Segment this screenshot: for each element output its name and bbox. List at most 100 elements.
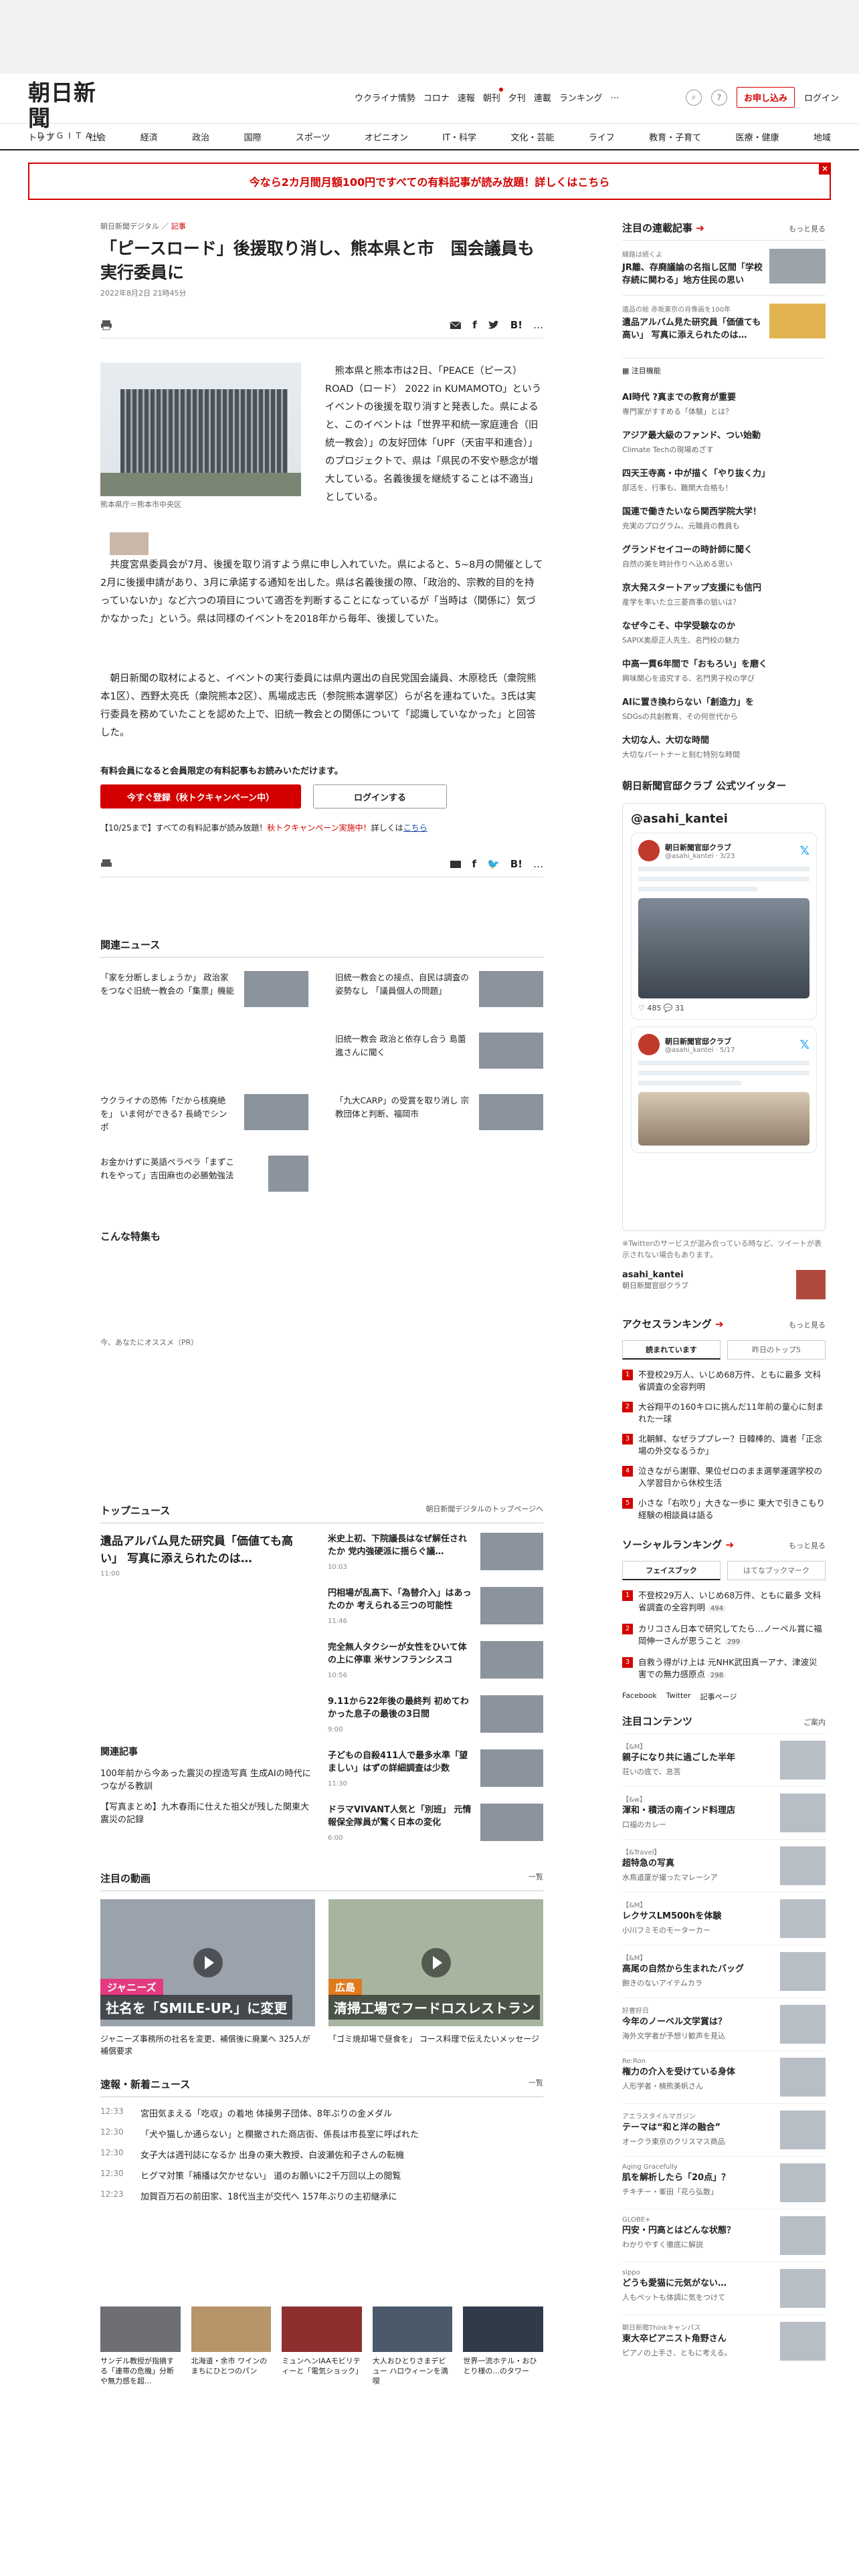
feature-item[interactable]: AIに置き換わらない「創造力」を SDGsの共創教育、その何世代から	[622, 690, 826, 728]
promo-tile[interactable]: ミュンヘンIAAモビリティーと「電気ショック」	[282, 2306, 363, 2386]
nav-more[interactable]: …	[610, 91, 619, 104]
ranking-item[interactable]: 1 不登校29万人、いじめ68万件、ともに最多 文科省調査の全容判明	[622, 1365, 826, 1397]
social-item[interactable]: 1 不登校29万人、いじめ68万件、ともに最多 文科省調査の全容判明 494	[622, 1586, 826, 1619]
campaign-link[interactable]: こちら	[403, 823, 427, 833]
article-page-link[interactable]: 記事ページ	[700, 1691, 737, 1702]
attention-item[interactable]: 【&Travel】 超特急の写真 水鳥道厦が撮ったマレーシア	[622, 1839, 826, 1892]
breaking-item[interactable]: 12:23 加賀百万石の前田家、18代当主が交代へ 157年ぶりの主初継承に	[100, 2185, 543, 2206]
feature-item[interactable]: AI時代 ?真までの教育が重要 専門家がすすめる「体験」とは？	[622, 385, 826, 423]
tab-facebook[interactable]: フェイスブック	[622, 1561, 721, 1580]
attention-item[interactable]: 【&w】 渾和・積活の南インド料理店 口福のカレー	[622, 1786, 826, 1839]
breaking-item[interactable]: 12:30 女子大は週刊誌になるか 出身の東大教授、白波瀬佐和子さんの転機	[100, 2144, 543, 2165]
gnav-health[interactable]: 医療・健康	[735, 130, 779, 143]
nav-ranking[interactable]: ランキング	[559, 91, 603, 104]
attention-item[interactable]: GLOBE+ 円安・円高とはどんな状態？ わかりやすく徹底に解説	[622, 2209, 826, 2262]
register-button[interactable]: 今すぐ登録（秋トクキャンペーン中）	[100, 784, 301, 809]
mail-icon[interactable]	[450, 320, 462, 330]
social-item[interactable]: 2 カリコさん日本で研究してたら…ノーベル賞に福岡伸一さんが思うこと 299	[622, 1619, 826, 1652]
social-item[interactable]: 3 自救う得がけ上は 元NHK武田真一アナ、津波災害での無力感原点 298	[622, 1652, 826, 1686]
top-news-item[interactable]: 9.11から22年後の最終判 初めてわかった息子の最後の3日間 9:00	[328, 1695, 543, 1736]
print-icon[interactable]	[100, 320, 112, 330]
twitter-icon[interactable]: 🐦	[487, 858, 500, 870]
hatena-icon[interactable]: B!	[510, 858, 522, 870]
breaking-item[interactable]: 12:33 宮田気まえる「吃収」の着地 体操男子団体、8年ぶりの金メダル	[100, 2103, 543, 2123]
campaign-banner[interactable]: 今なら2カ月間月額100円ですべての有料記事が読み放題！詳しくはこちら ×	[28, 163, 831, 200]
gnav-economy[interactable]: 経済	[140, 130, 158, 143]
related-item[interactable]: 旧統一教会 政治と依存し合う 島薗進さんに聞く	[335, 1025, 543, 1086]
gnav-politics[interactable]: 政治	[192, 130, 209, 143]
related-item[interactable]: 旧統一教会との接点、自民は調査の姿勢なし 「議員個人の問題」	[335, 963, 543, 1025]
attention-item[interactable]: 【&M】 高尾の自然から生まれたバッグ 飽きのないアイテムカラ	[622, 1945, 826, 1998]
top-news-item[interactable]: 子どもの自殺411人で最多水準「望ましい」はずの詳細調査は少数 11:30	[328, 1749, 543, 1790]
feature-item[interactable]: 四天王寺高・中が描く「やり抜く力」 部活を、行事も、難関大合格も！	[622, 461, 826, 500]
login-button[interactable]: ログインする	[313, 784, 447, 809]
attention-item[interactable]: Re:Ron 権力の介入を受けている身体 人形学者・楠熊美帆さん	[622, 2050, 826, 2103]
attention-item[interactable]: アエラスタイルマガジン テーマは“和と洋の融合” オークラ東京のクリスマス商品	[622, 2103, 826, 2156]
facebook-link[interactable]: Facebook	[622, 1691, 657, 1702]
gnav-it-science[interactable]: IT・科学	[442, 130, 476, 143]
related-item[interactable]: 「家を分断しましょうか」 政治家をつなぐ旧統一教会の「集票」機能	[100, 963, 308, 1025]
feature-item[interactable]: なぜ今こそ、中学受験なのか SAPIX奥原正人先生、名門校の魅力	[622, 614, 826, 652]
more-icon[interactable]: …	[533, 858, 543, 870]
tweet-image[interactable]	[638, 1092, 809, 1146]
top-news-item[interactable]: 完全無人タクシーが女性をひいて体の上に停車 米サンフランシスコ 10:56	[328, 1641, 543, 1682]
mail-icon[interactable]	[450, 859, 462, 869]
social-more-link[interactable]: もっと見る	[789, 1540, 826, 1551]
attention-item[interactable]: 【&M】 親子になり共に過ごした半年 荘いの底で、息苦	[622, 1733, 826, 1786]
feature-item[interactable]: 国連で働きたいなら関西学院大学！ 充実のプログラム、元職員の教員も	[622, 500, 826, 538]
related-item[interactable]: 「九大CARP」の受賞を取り消し 宗教団体と判断、福岡市	[335, 1086, 543, 1148]
top-news-item[interactable]: 米史上初、下院議長はなぜ解任されたか 党内強硬派に揺らぐ議… 10:03	[328, 1533, 543, 1574]
related-item[interactable]: ウクライナの恐怖「だから核廃絶を」 いま何ができる? 長崎でシンポ	[100, 1086, 308, 1148]
print-icon[interactable]	[100, 859, 112, 869]
account-card[interactable]: asahi_kantei 朝日新聞官邸クラブ	[622, 1270, 826, 1299]
ranking-item[interactable]: 5 小さな「右吹り」大きな一歩に 東大で引きこもり経験の相談員は語る	[622, 1493, 826, 1525]
tweet[interactable]: 朝日新聞官邸クラブ @asahi_kantei · 5/17 𝕏	[631, 1027, 817, 1153]
feature-item[interactable]: 中高一貫6年間で「おもろい」を磨く 興味関心を追究する、名門男子校の学び	[622, 652, 826, 690]
top-news-item[interactable]: 円相場が乱高下、「為替介入」はあったのか 考えられる三つの可能性 11:46	[328, 1587, 543, 1628]
attention-item[interactable]: Aging Gracefully 肌を解析したら「20点」？ チキチー・峯田「花ら弘…	[622, 2156, 826, 2209]
hatena-icon[interactable]: B!	[510, 319, 522, 331]
more-icon[interactable]: …	[533, 319, 543, 331]
related-item[interactable]: お金かけずに英語ペラペラ「まずこれをやって」吉田麻也の必勝勉強法	[100, 1148, 308, 1209]
search-icon[interactable]: ⌕	[685, 89, 702, 106]
tweet[interactable]: 朝日新聞官邸クラブ @asahi_kantei · 3/23 𝕏 ♡ 485 💬 3…	[631, 833, 817, 1020]
play-icon[interactable]	[193, 1948, 223, 1977]
related-thumbnail[interactable]	[110, 532, 149, 555]
video-card[interactable]: 広島 清掃工場でフードロスレストラン 「ゴミ焼却場で昼食を」 コース料理で伝えたい…	[328, 1899, 543, 2057]
videos-more-link[interactable]: 一覧	[529, 1871, 543, 1885]
article-photo[interactable]: 熊本県庁＝熊本市中央区	[100, 362, 301, 555]
nav-morning[interactable]: 朝刊	[483, 88, 503, 104]
nav-evening[interactable]: 夕刊	[508, 91, 526, 104]
ranking-more-link[interactable]: もっと見る	[789, 1319, 826, 1330]
breaking-item[interactable]: 12:30 ヒグマ対策「補播は欠かせない」 道のお願いに2千万回以上の閲覧	[100, 2165, 543, 2185]
related-article[interactable]: 【写真まとめ】九木春雨に仕えた祖父が残した関東大震災の記録	[100, 1796, 314, 1829]
ranking-item[interactable]: 3 北朝鮮、なぜラププレー？日韓棒的、識者「正念場の外交なるうか」	[622, 1429, 826, 1461]
gnav-international[interactable]: 国際	[244, 130, 261, 143]
gnav-opinion[interactable]: オピニオン	[365, 130, 408, 143]
feature-item[interactable]: 大切な人、大切な時間 大切なパートナーと刻む特別な時間	[622, 728, 826, 766]
gnav-culture[interactable]: 文化・芸能	[510, 130, 554, 143]
gnav-education[interactable]: 教育・子育て	[649, 130, 701, 143]
help-icon[interactable]: ?	[710, 89, 727, 106]
attention-item[interactable]: 【&M】 レクサスLM500hを体験 小川フミモのモーターカー	[622, 1892, 826, 1945]
gnav-life[interactable]: ライフ	[589, 130, 615, 143]
top-news-item[interactable]: ドラマVIVANT人気と「別班」 元情報保全隊員が驚く日本の変化 6:00	[328, 1804, 543, 1844]
gnav-sports[interactable]: スポーツ	[296, 130, 330, 143]
facebook-icon[interactable]: f	[472, 858, 477, 870]
breadcrumb-source[interactable]: 朝日新聞デジタル	[100, 222, 159, 231]
related-article[interactable]: 100年前から今あった震災の捏造写真 生成AIの時代につながる教訓	[100, 1762, 314, 1796]
promo-tile[interactable]: 北海道・余市 ワインのまちにひとつのパン	[191, 2306, 272, 2386]
nav-series[interactable]: 連載	[534, 91, 551, 104]
breaking-more-link[interactable]: 一覧	[529, 2077, 543, 2091]
login-link[interactable]: ログイン	[804, 91, 839, 104]
attention-item[interactable]: 好書好日 今年のノーベル文学賞は？ 海外文学者が予想リ歓声を見込	[622, 1998, 826, 2050]
ranking-item[interactable]: 4 泣きながら謝罪、果位ゼロのまま選挙運選学校の入学習目から休校生活	[622, 1461, 826, 1493]
tweet-image[interactable]	[638, 898, 809, 998]
breaking-item[interactable]: 12:30 「犬や猫しか通らない」と欄撤された商店街、係長は市長室に呼ばれた	[100, 2123, 543, 2144]
nav-ukraine[interactable]: ウクライナ情勢	[355, 91, 415, 104]
serial-item[interactable]: 遺品の絵 赤坂東京の肖像画を100年 遺品アルバム見た研究員「価値ても高い」 写真…	[622, 295, 826, 350]
feature-item[interactable]: 京大発スタートアップ支援にも信円 産学を率いた立三菱商事の狙いは？	[622, 576, 826, 614]
top-news-headline[interactable]: 遺品アルバム見た研究員「価値ても高い」 写真に添えられたのは…	[100, 1533, 314, 1568]
play-icon[interactable]	[421, 1948, 451, 1977]
serial-more-link[interactable]: もっと見る	[789, 223, 826, 234]
